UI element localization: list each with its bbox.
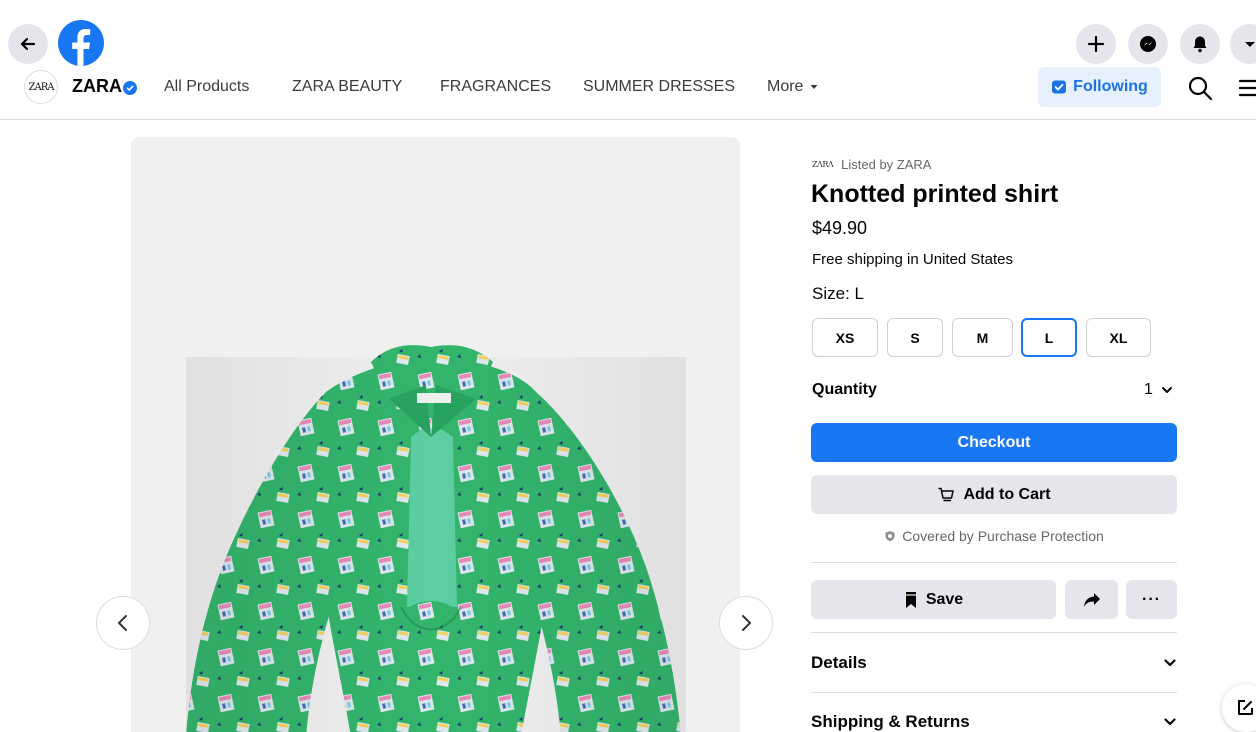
product-image (131, 137, 740, 732)
bell-icon (1193, 36, 1207, 53)
cart-icon (938, 487, 955, 501)
shop-nav-bar: ZARA ZARA All Products ZARA BEAUTY FRAGR… (0, 64, 1256, 120)
verified-badge-icon (123, 81, 137, 95)
back-arrow-icon (20, 37, 36, 51)
nav-fragrances[interactable]: FRAGRANCES (440, 78, 551, 96)
listed-by[interactable]: ZΛRΛ Listed by ZARA (812, 157, 931, 172)
details-label: Details (811, 653, 867, 672)
purchase-protection: Covered by Purchase Protection (811, 528, 1177, 544)
messenger-button[interactable] (1128, 24, 1168, 64)
menu-icon[interactable] (1236, 74, 1256, 102)
shield-icon (885, 531, 895, 541)
details-accordion[interactable]: Details (811, 648, 1177, 678)
shipping-returns-accordion[interactable]: Shipping & Returns (811, 707, 1177, 732)
save-label: Save (925, 590, 964, 608)
chevron-down-icon (1161, 387, 1172, 393)
account-button[interactable] (1230, 24, 1256, 64)
listed-by-text: Listed by ZARA (841, 157, 932, 172)
shop-name[interactable]: ZARA (72, 76, 122, 97)
facebook-f-icon (72, 29, 91, 66)
size-option-xs[interactable]: XS (812, 318, 878, 357)
divider (811, 562, 1177, 563)
back-button[interactable] (8, 24, 48, 64)
size-label: Size: L (812, 284, 864, 303)
nav-zara-beauty[interactable]: ZARA BEAUTY (292, 78, 402, 96)
nav-all-products[interactable]: All Products (164, 78, 249, 96)
bookmark-icon (905, 591, 916, 608)
checkout-button[interactable]: Checkout (811, 423, 1177, 462)
add-to-cart-button[interactable]: Add to Cart (811, 475, 1177, 514)
add-to-cart-label: Add to Cart (963, 485, 1051, 503)
chevron-down-icon (1164, 659, 1176, 667)
size-option-s[interactable]: S (887, 318, 943, 357)
plus-icon (1087, 35, 1105, 53)
chevron-left-icon (118, 615, 127, 631)
more-options-icon: ··· (1142, 590, 1161, 608)
following-check-icon (1052, 80, 1067, 94)
share-button[interactable] (1065, 580, 1118, 619)
save-button[interactable]: Save (811, 580, 1056, 619)
carousel-next-button[interactable] (719, 596, 773, 650)
nav-more-label: More (767, 78, 804, 95)
search-icon[interactable] (1186, 74, 1214, 102)
shop-logo[interactable]: ZARA (24, 70, 58, 104)
following-label: Following (1073, 78, 1148, 95)
more-options-button[interactable]: ··· (1126, 580, 1177, 619)
carousel-prev-button[interactable] (96, 596, 150, 650)
divider (811, 632, 1177, 633)
product-price: $49.90 (812, 218, 868, 238)
quantity-select[interactable]: 1 (1144, 381, 1173, 399)
quantity-label: Quantity (812, 381, 877, 398)
chevron-right-icon (742, 615, 751, 631)
following-button[interactable]: Following (1038, 67, 1161, 107)
caret-down-icon (810, 85, 818, 89)
product-title: Knotted printed shirt (811, 180, 1059, 208)
divider (811, 692, 1177, 693)
compose-icon (1238, 700, 1253, 715)
nav-summer-dresses[interactable]: SUMMER DRESSES (583, 78, 735, 96)
shop-mini-logo-icon: ZΛRΛ (812, 160, 834, 169)
shirt-image (186, 345, 686, 732)
protection-text: Covered by Purchase Protection (902, 528, 1104, 544)
create-button[interactable] (1076, 24, 1116, 64)
size-option-xl[interactable]: XL (1086, 318, 1151, 357)
nav-more[interactable]: More (767, 78, 819, 96)
chevron-down-icon (1164, 718, 1176, 726)
new-message-button[interactable] (1222, 684, 1256, 732)
quantity-value: 1 (1144, 381, 1153, 398)
size-option-l[interactable]: L (1021, 318, 1077, 357)
notifications-button[interactable] (1180, 24, 1220, 64)
caret-down-icon (1245, 42, 1255, 47)
shipping-info: Free shipping in United States (812, 251, 1013, 268)
facebook-logo[interactable] (58, 20, 104, 66)
shop-logo-text: ZARA (28, 81, 55, 93)
shipping-returns-label: Shipping & Returns (811, 712, 970, 731)
messenger-icon (1140, 36, 1156, 52)
share-arrow-icon (1083, 592, 1100, 607)
size-option-m[interactable]: M (952, 318, 1013, 357)
